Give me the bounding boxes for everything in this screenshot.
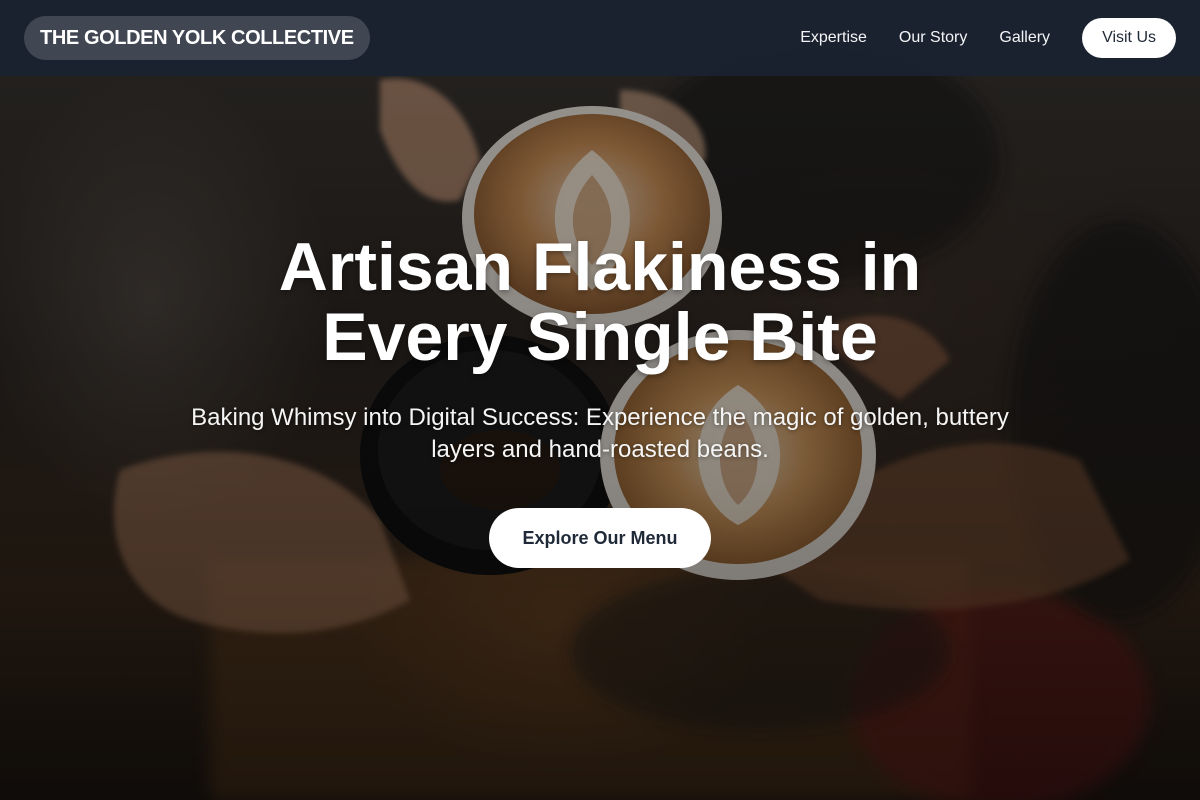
nav-link-our-story[interactable]: Our Story: [899, 29, 967, 47]
hero-subtitle: Baking Whimsy into Digital Success: Expe…: [180, 402, 1020, 466]
nav-link-expertise[interactable]: Expertise: [800, 29, 867, 47]
hero-title-line-2: Every Single Bite: [322, 299, 878, 375]
site-header: THE GOLDEN YOLK COLLECTIVE Expertise Our…: [0, 0, 1200, 76]
hero-subtitle-line-2: layers and hand-roasted beans.: [431, 436, 769, 463]
hero-content: Artisan Flakiness in Every Single Bite B…: [150, 232, 1050, 568]
explore-menu-button[interactable]: Explore Our Menu: [489, 508, 711, 568]
brand-logo[interactable]: THE GOLDEN YOLK COLLECTIVE: [24, 16, 370, 60]
visit-us-button[interactable]: Visit Us: [1082, 18, 1176, 58]
hero-subtitle-line-1: Baking Whimsy into Digital Success: Expe…: [191, 404, 1009, 431]
nav-link-gallery[interactable]: Gallery: [999, 29, 1050, 47]
hero-title-line-1: Artisan Flakiness in: [278, 229, 922, 305]
hero-title: Artisan Flakiness in Every Single Bite: [150, 232, 1050, 372]
main-nav: Expertise Our Story Gallery Visit Us: [800, 18, 1176, 58]
